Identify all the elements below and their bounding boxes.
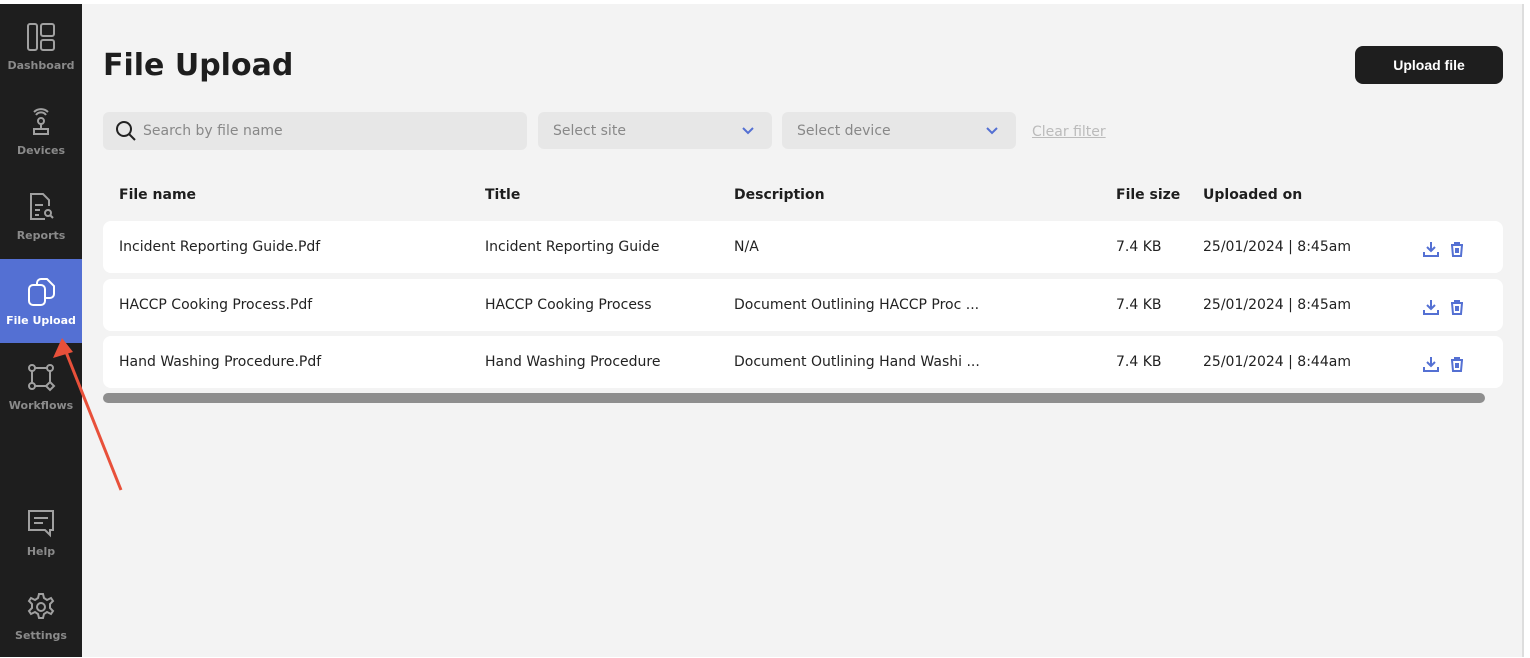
sidebar-item-label: File Upload [6,313,76,327]
chat-icon [28,509,54,537]
search-placeholder: Search by file name [143,123,283,139]
row-actions [1423,356,1465,372]
select-device-placeholder: Select device [797,122,891,139]
chevron-down-icon [986,126,998,134]
description-cell: Document Outlining Hand Washi ... [734,354,980,370]
chevron-down-icon [742,126,754,134]
sidebar-item-file-upload[interactable]: File Upload [0,259,82,343]
trash-icon[interactable] [1449,241,1465,257]
select-device-dropdown[interactable]: Select device [782,112,1016,149]
sidebar-item-label: Reports [16,228,66,242]
uploaded-on-cell: 25/01/2024 | 8:44am [1203,354,1351,370]
horizontal-scrollbar[interactable] [103,393,1485,403]
column-header-file-size[interactable]: File size [1116,187,1180,203]
select-site-dropdown[interactable]: Select site [538,112,772,149]
device-icon [33,107,49,135]
file-size-cell: 7.4 KB [1116,354,1162,370]
main-content: File Upload Upload file Search by file n… [82,4,1524,657]
column-header-description[interactable]: Description [734,187,825,203]
download-icon[interactable] [1423,356,1439,372]
sidebar-item-dashboard[interactable]: Dashboard [0,4,82,88]
download-icon[interactable] [1423,299,1439,315]
title-cell: Incident Reporting Guide [485,239,660,255]
sidebar-item-label: Settings [15,628,67,642]
sidebar-item-label: Dashboard [7,58,75,72]
column-header-title[interactable]: Title [485,187,520,203]
description-cell: Document Outlining HACCP Proc ... [734,296,980,313]
title-cell: HACCP Cooking Process [485,296,652,313]
clear-filter-link[interactable]: Clear filter [1032,124,1106,140]
table-row: HACCP Cooking Process.Pdf HACCP Cooking P… [103,278,1503,331]
file-name-cell: HACCP Cooking Process.Pdf [119,296,313,313]
sidebar: Dashboard Devices Reports File Upload Wo… [0,4,82,657]
table-row: Incident Reporting Guide.Pdf Incident Rep… [103,221,1503,273]
column-header-uploaded-on[interactable]: Uploaded on [1203,187,1302,203]
file-size-cell: 7.4 KB [1116,239,1162,255]
sidebar-item-help[interactable]: Help [0,490,82,574]
table-row: Hand Washing Procedure.Pdf Hand Washing P… [103,336,1503,388]
sidebar-item-label: Workflows [8,398,74,412]
files-icon [28,277,55,306]
sidebar-item-label: Devices [16,143,66,157]
sidebar-item-settings[interactable]: Settings [0,574,82,658]
sidebar-item-reports[interactable]: Reports [0,174,82,258]
row-actions [1423,241,1465,257]
uploaded-on-cell: 25/01/2024 | 8:45am [1203,239,1351,255]
file-name-cell: Incident Reporting Guide.Pdf [119,239,321,255]
sidebar-item-workflows[interactable]: Workflows [0,344,82,428]
trash-icon[interactable] [1449,356,1465,372]
page-title: File Upload [103,48,294,83]
workflow-icon [28,363,56,391]
row-actions [1423,299,1465,315]
uploaded-on-cell: 25/01/2024 | 8:45am [1203,296,1351,313]
sidebar-item-devices[interactable]: Devices [0,89,82,173]
trash-icon[interactable] [1449,299,1465,315]
search-icon [116,121,136,141]
column-header-file-name[interactable]: File name [119,187,196,203]
file-name-cell: Hand Washing Procedure.Pdf [119,354,322,370]
upload-file-button[interactable]: Upload file [1355,46,1503,84]
download-icon[interactable] [1423,241,1439,257]
file-size-cell: 7.4 KB [1116,296,1162,313]
dashboard-icon [27,22,55,51]
gear-icon [27,592,55,619]
report-icon [30,192,54,220]
select-site-placeholder: Select site [553,122,626,139]
search-input[interactable]: Search by file name [103,112,527,150]
title-cell: Hand Washing Procedure [485,354,661,370]
sidebar-item-label: Help [26,544,56,558]
description-cell: N/A [734,239,759,255]
